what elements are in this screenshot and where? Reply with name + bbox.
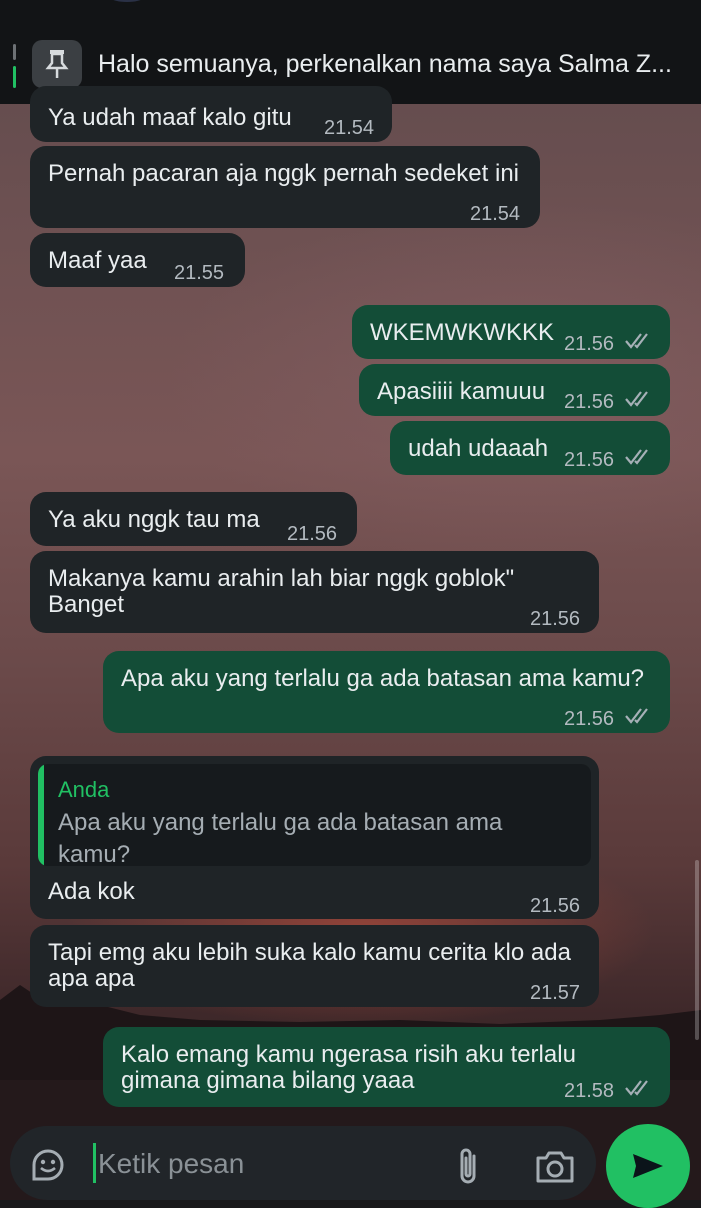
message-bubble-incoming[interactable]: Tapi emg aku lebih suka kalo kamu cerita… bbox=[30, 925, 599, 1007]
quoted-author: Anda bbox=[58, 777, 110, 802]
quote-accent-bar bbox=[38, 764, 44, 866]
pinned-message-text: Halo semuanya, perkenalkan nama saya Sal… bbox=[98, 50, 672, 78]
message-text: Maaf yaa bbox=[48, 247, 147, 274]
message-time: 21.54 bbox=[470, 203, 521, 225]
message-text-line1: Kalo emang kamu ngerasa risih aku terlal… bbox=[121, 1041, 576, 1068]
message-time: 21.56 bbox=[530, 895, 581, 917]
message-bubble-outgoing[interactable]: Kalo emang kamu ngerasa risih aku terlal… bbox=[103, 1027, 670, 1107]
text-cursor bbox=[93, 1143, 96, 1183]
message-bubble-outgoing[interactable]: udah udaaah 21.56 bbox=[390, 421, 670, 475]
message-time: 21.56 bbox=[564, 708, 615, 730]
message-text: Pernah pacaran aja nggk pernah sedeket i… bbox=[48, 160, 519, 187]
pin-icon bbox=[32, 40, 82, 88]
message-time: 21.56 bbox=[530, 608, 581, 630]
top-avatar-edge bbox=[110, 0, 144, 2]
message-text: Apa aku yang terlalu ga ada batasan ama … bbox=[121, 665, 645, 692]
message-text: udah udaaah bbox=[408, 435, 549, 462]
message-text: Ada kok bbox=[48, 878, 135, 905]
read-receipt-icon bbox=[625, 333, 648, 349]
message-time: 21.56 bbox=[564, 391, 615, 413]
message-text: Apasiiii kamuuu bbox=[377, 378, 546, 405]
message-text: Ya udah maaf kalo gitu bbox=[48, 104, 292, 131]
read-receipt-icon bbox=[625, 391, 648, 407]
message-time: 21.54 bbox=[324, 117, 375, 139]
send-icon bbox=[633, 1154, 663, 1178]
message-input-placeholder[interactable]: Ketik pesan bbox=[98, 1148, 244, 1180]
message-text-line2: gimana gimana bilang yaaa bbox=[121, 1067, 415, 1094]
read-receipt-icon bbox=[625, 449, 648, 465]
message-time: 21.56 bbox=[564, 449, 615, 471]
message-text-line1: Makanya kamu arahin lah biar nggk goblok… bbox=[48, 565, 515, 592]
message-bubble-incoming[interactable]: Pernah pacaran aja nggk pernah sedeket i… bbox=[30, 146, 540, 228]
sticker-icon[interactable] bbox=[28, 1145, 68, 1185]
quoted-text-line2: kamu? bbox=[58, 841, 131, 866]
message-text-line1: Tapi emg aku lebih suka kalo kamu cerita… bbox=[48, 939, 571, 966]
message-time: 21.55 bbox=[174, 262, 225, 284]
message-text-line2: Banget bbox=[48, 591, 125, 618]
message-bubble-incoming[interactable]: Maaf yaa 21.55 bbox=[30, 233, 245, 287]
message-time: 21.57 bbox=[530, 982, 581, 1004]
message-bubble-outgoing[interactable]: WKEMWKWKKK 21.56 bbox=[352, 305, 670, 359]
send-button[interactable] bbox=[606, 1124, 690, 1208]
message-text: WKEMWKWKKK bbox=[370, 319, 554, 346]
message-time: 21.56 bbox=[287, 523, 338, 545]
quoted-message[interactable]: Anda Apa aku yang terlalu ga ada batasan… bbox=[38, 764, 591, 866]
message-time: 21.56 bbox=[564, 333, 615, 355]
pinned-indicator bbox=[13, 44, 17, 88]
message-bubble-incoming[interactable]: Makanya kamu arahin lah biar nggk goblok… bbox=[30, 551, 599, 633]
message-bubble-outgoing[interactable]: Apasiiii kamuuu 21.56 bbox=[359, 364, 670, 416]
message-bubble-outgoing[interactable]: Apa aku yang terlalu ga ada batasan ama … bbox=[103, 651, 670, 733]
message-text-line2: apa apa bbox=[48, 965, 135, 992]
read-receipt-icon bbox=[625, 1080, 648, 1096]
read-receipt-icon bbox=[625, 708, 648, 724]
message-bubble-incoming-reply[interactable]: Anda Apa aku yang terlalu ga ada batasan… bbox=[30, 756, 599, 919]
message-text: Ya aku nggk tau ma bbox=[48, 506, 260, 533]
quoted-text-line1: Apa aku yang terlalu ga ada batasan ama bbox=[58, 809, 503, 836]
attach-icon[interactable] bbox=[452, 1146, 486, 1188]
camera-icon[interactable] bbox=[534, 1148, 576, 1186]
scrollbar-thumb[interactable] bbox=[695, 860, 699, 1040]
message-time: 21.58 bbox=[564, 1080, 615, 1102]
message-bubble-incoming[interactable]: Ya aku nggk tau ma 21.56 bbox=[30, 492, 357, 546]
message-bubble-incoming[interactable]: Ya udah maaf kalo gitu 21.54 bbox=[30, 86, 392, 142]
